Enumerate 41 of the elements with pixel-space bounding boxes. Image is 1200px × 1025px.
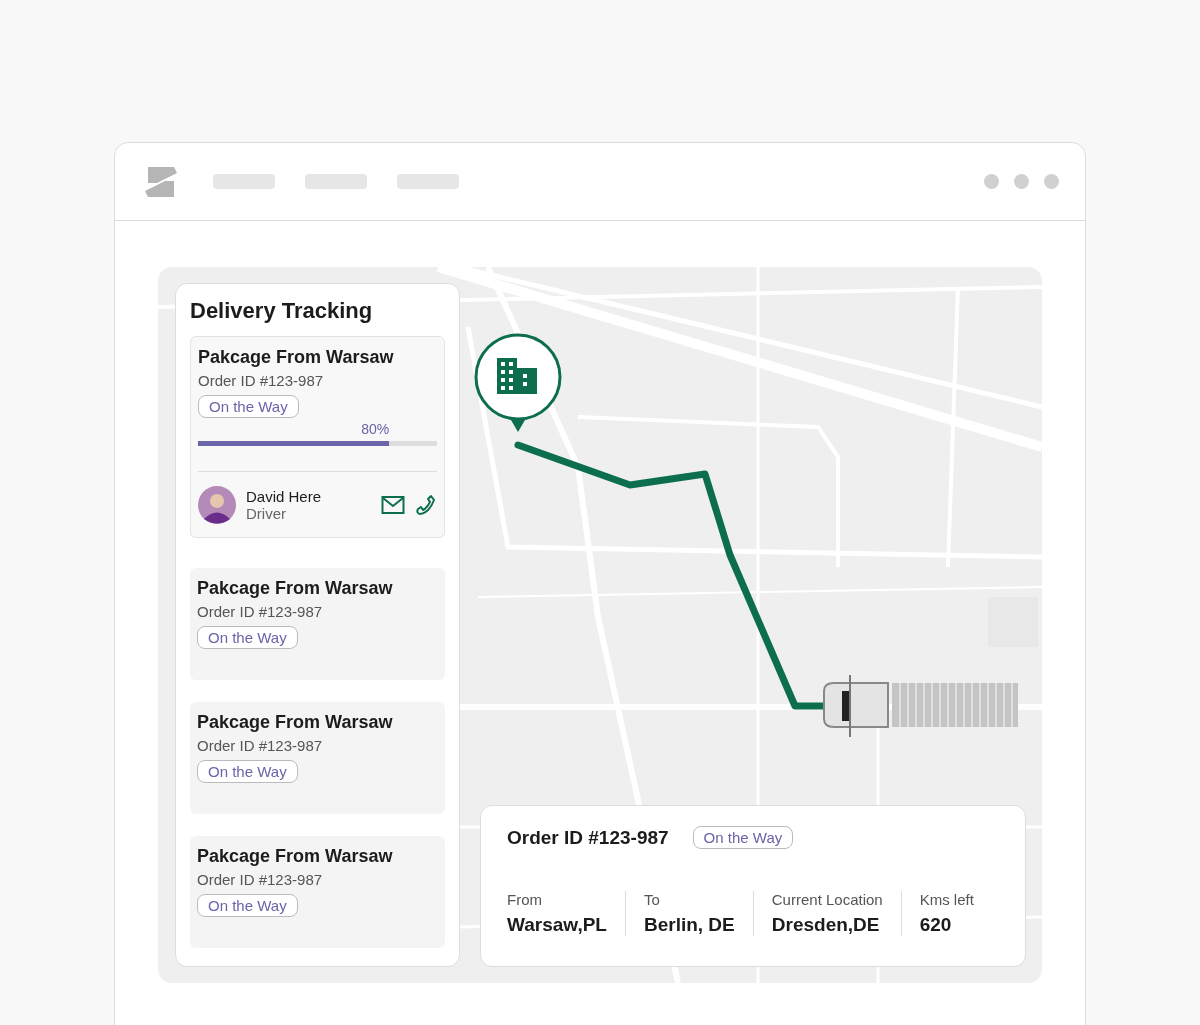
- order-card-id: Order ID #123-987: [507, 826, 669, 849]
- status-badge: On the Way: [692, 826, 794, 849]
- field-label: To: [643, 891, 661, 908]
- field-value: 620: [919, 914, 953, 936]
- window-dot[interactable]: [1014, 174, 1029, 189]
- avatar-icon: [198, 486, 236, 524]
- delivery-card[interactable]: Pakcage From Warsaw Order ID #123-987 On the Way: [190, 836, 445, 948]
- progress-reading: 80%: [361, 421, 390, 437]
- delivery-title: Pakcage From Warsaw: [197, 578, 394, 599]
- field-value: Dresden,DE: [771, 914, 881, 936]
- window-dot[interactable]: [984, 174, 999, 189]
- delivery-card[interactable]: Pakcage From Warsaw Order ID #123-987 On the Way: [190, 702, 445, 814]
- field-label: Current Location: [771, 891, 883, 908]
- delivery-title: Pakcage From Warsaw: [197, 846, 394, 867]
- status-badge: On the Way: [197, 894, 298, 917]
- status-badge: On the Way: [197, 760, 298, 783]
- field-value: Warsaw,PL: [507, 914, 607, 936]
- delivery-card[interactable]: Pakcage From Warsaw Order ID #123-987 On the Way 80% David Here Driver: [190, 336, 445, 538]
- nav-placeholder: [397, 174, 459, 189]
- nav-placeholder: [213, 174, 275, 189]
- truck-icon: [822, 675, 1018, 737]
- delivery-title: Pakcage From Warsaw: [198, 347, 395, 368]
- order-id: Order ID #123-987: [197, 603, 324, 620]
- field-value: Berlin, DE: [643, 914, 735, 936]
- order-id: Order ID #123-987: [197, 871, 324, 888]
- mail-icon[interactable]: [381, 495, 405, 515]
- panel-title: Delivery Tracking: [190, 298, 374, 324]
- status-badge: On the Way: [197, 626, 298, 649]
- delivery-card[interactable]: Pakcage From Warsaw Order ID #123-987 On the Way: [190, 568, 445, 680]
- field-label: Kms left: [919, 891, 974, 908]
- window-dot[interactable]: [1044, 174, 1059, 189]
- driver-name: David Here: [246, 488, 323, 505]
- order-id: Order ID #123-987: [198, 372, 325, 389]
- status-badge: On the Way: [198, 395, 299, 418]
- phone-icon[interactable]: [415, 494, 437, 516]
- delivery-title: Pakcage From Warsaw: [197, 712, 394, 733]
- logo-icon: [143, 165, 179, 198]
- nav-placeholder: [305, 174, 367, 189]
- field-label: From: [507, 891, 543, 908]
- driver-role: Driver: [246, 505, 287, 522]
- order-id: Order ID #123-987: [197, 737, 324, 754]
